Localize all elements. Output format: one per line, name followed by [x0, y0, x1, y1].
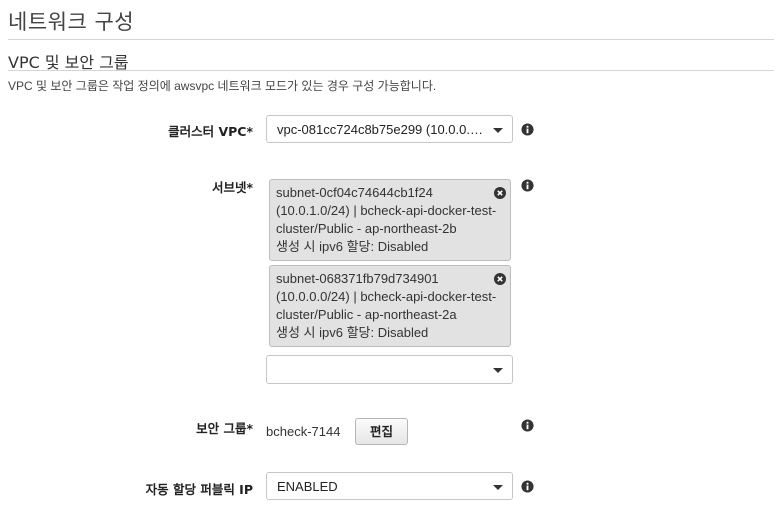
subnet-zone: cluster/Public - ap-northeast-2b: [276, 221, 457, 236]
info-icon[interactable]: [521, 179, 534, 192]
public-ip-value: ENABLED: [277, 479, 338, 494]
subnet-chip: subnet-0cf04c74644cb1f24 (10.0.1.0/24) |…: [269, 179, 511, 261]
caret-down-icon: [493, 368, 503, 373]
public-ip-select[interactable]: ENABLED: [266, 472, 513, 500]
section-description: VPC 및 보안 그룹은 작업 정의에 awsvpc 네트워크 모드가 있는 경…: [8, 79, 437, 93]
subnet-cidr: (10.0.0.0/24) | bcheck-api-docker-test-: [276, 289, 497, 304]
subnet-ipv6: 생성 시 ipv6 할당: Disabled: [276, 239, 429, 254]
remove-circle-icon[interactable]: [494, 273, 506, 285]
subnet-ipv6: 생성 시 ipv6 할당: Disabled: [276, 325, 429, 340]
subnet-chip: subnet-068371fb79d734901 (10.0.0.0/24) |…: [269, 265, 511, 347]
subnet-cidr: (10.0.1.0/24) | bcheck-api-docker-test-: [276, 203, 497, 218]
subnet-id: subnet-068371fb79d734901: [276, 271, 439, 286]
caret-down-icon: [493, 128, 503, 133]
subnet-id: subnet-0cf04c74644cb1f24: [276, 185, 433, 200]
cluster-vpc-select[interactable]: vpc-081cc724c8b75e299 (10.0.0.0/16): [266, 115, 513, 143]
security-group-value: bcheck-7144: [266, 424, 341, 439]
info-icon[interactable]: [521, 480, 534, 493]
caret-down-icon: [493, 485, 503, 490]
cluster-vpc-label: 클러스터 VPC*: [168, 124, 253, 139]
divider: [8, 39, 774, 40]
cluster-vpc-value: vpc-081cc724c8b75e299 (10.0.0.0/16): [277, 122, 487, 137]
public-ip-label: 자동 할당 퍼블릭 IP: [145, 482, 253, 497]
info-icon[interactable]: [521, 123, 534, 136]
section-title: 네트워크 구성: [8, 10, 135, 34]
subnet-zone: cluster/Public - ap-northeast-2a: [276, 307, 457, 322]
security-group-label: 보안 그룹*: [196, 421, 253, 436]
divider: [8, 70, 774, 71]
subnet-add-select[interactable]: [266, 355, 513, 384]
remove-circle-icon[interactable]: [494, 187, 506, 199]
subnets-label: 서브넷*: [211, 180, 253, 195]
info-icon[interactable]: [521, 419, 534, 432]
edit-security-group-button[interactable]: 편집: [355, 418, 408, 445]
